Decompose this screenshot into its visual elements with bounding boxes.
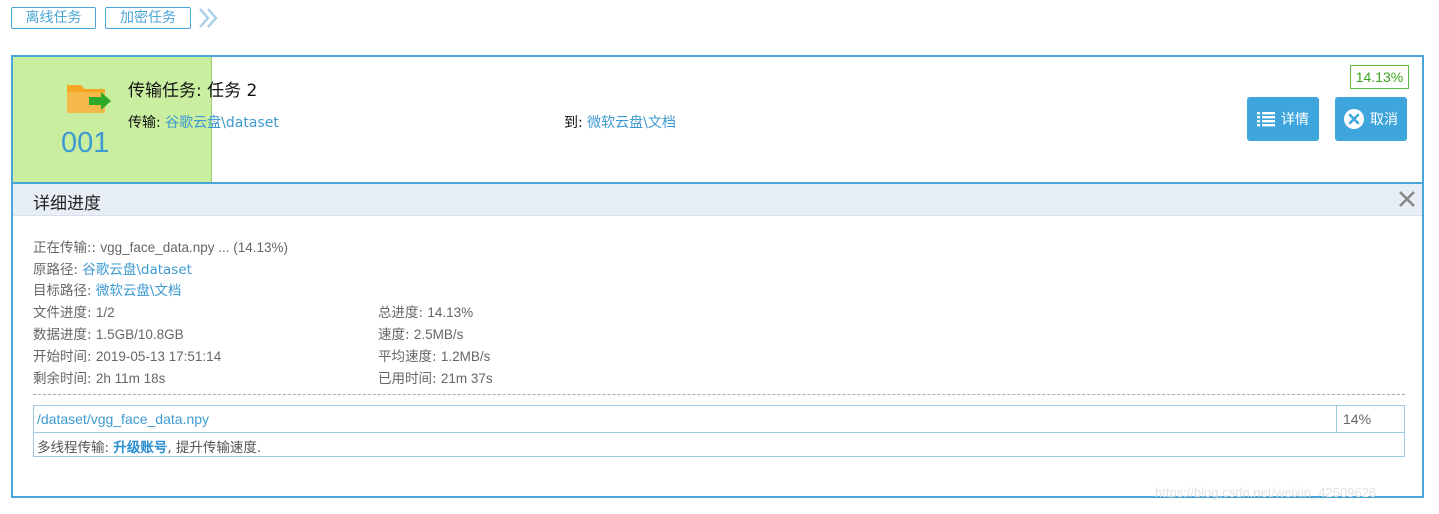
table-row: /dataset/vgg_face_data.npy 14% xyxy=(34,406,1404,433)
task-destination: 到: 微软云盘\文档 xyxy=(564,112,676,132)
file-progress-label: 文件进度: xyxy=(33,305,96,321)
detail-button-label: 详情 xyxy=(1281,112,1309,128)
file-table: /dataset/vgg_face_data.npy 14% 多线程传输: 升级… xyxy=(33,405,1405,457)
detail-button[interactable]: 详情 xyxy=(1247,97,1319,141)
progress-percent-badge: 14.13% xyxy=(1350,65,1409,89)
upgrade-account-link[interactable]: 升级账号 xyxy=(113,440,167,456)
cancel-circle-icon xyxy=(1344,109,1364,129)
transferring-label: 正在传输:: xyxy=(33,240,101,256)
detail-source-link[interactable]: 谷歌云盘\dataset xyxy=(82,262,192,278)
task-index: 001 xyxy=(61,127,110,159)
file-path: /dataset/vgg_face_data.npy xyxy=(37,411,210,427)
detail-title: 详细进度 xyxy=(33,194,101,214)
file-progress-line: 文件进度: 1/2 xyxy=(33,301,115,321)
source-label: 传输: xyxy=(128,115,166,131)
data-progress-value: 1.5GB/10.8GB xyxy=(95,327,184,342)
close-icon[interactable] xyxy=(1398,190,1416,208)
destination-path-link[interactable]: 微软云盘\文档 xyxy=(587,115,676,131)
avg-speed-line: 平均速度: 1.2MB/s xyxy=(378,345,490,365)
watermark: https://blog.csdn.net/weixin_42509626 xyxy=(1155,485,1377,500)
avg-speed-label: 平均速度: xyxy=(378,349,441,365)
file-percent: 14% xyxy=(1336,406,1404,433)
detail-target-link[interactable]: 微软云盘\文档 xyxy=(96,283,182,299)
task-panel: 001 传输任务: 任务 2 传输: 谷歌云盘\dataset 到: 微软云盘\… xyxy=(11,55,1424,498)
task-source: 传输: 谷歌云盘\dataset xyxy=(128,112,279,132)
elapsed-time-label: 已用时间: xyxy=(378,371,441,387)
elapsed-time-line: 已用时间: 21m 37s xyxy=(378,367,493,387)
tip-suffix: , 提升传输速度. xyxy=(167,440,262,456)
start-time-line: 开始时间: 2019-05-13 17:51:14 xyxy=(33,345,221,365)
total-progress-label: 总进度: xyxy=(378,305,428,321)
speed-line: 速度: 2.5MB/s xyxy=(378,323,463,343)
data-progress-label: 数据进度: xyxy=(33,327,96,343)
remaining-time-line: 剩余时间: 2h 11m 18s xyxy=(33,367,165,387)
task-row: 001 传输任务: 任务 2 传输: 谷歌云盘\dataset 到: 微软云盘\… xyxy=(13,57,1422,183)
task-title-prefix: 传输任务: xyxy=(128,81,208,101)
transferring-value: vgg_face_data.npy ... (14.13%) xyxy=(100,240,289,255)
total-progress-value: 14.13% xyxy=(427,305,474,320)
multithread-tip: 多线程传输: 升级账号, 提升传输速度. xyxy=(37,436,261,456)
cancel-button[interactable]: 取消 xyxy=(1335,97,1407,141)
cancel-button-label: 取消 xyxy=(1370,112,1398,128)
avg-speed-value: 1.2MB/s xyxy=(440,349,491,364)
target-path-label: 目标路径: xyxy=(33,283,96,299)
target-path-line: 目标路径: 微软云盘\文档 xyxy=(33,279,181,299)
detail-header: 详细进度 xyxy=(13,184,1422,216)
start-time-label: 开始时间: xyxy=(33,349,96,365)
remaining-time-label: 剩余时间: xyxy=(33,371,96,387)
list-icon xyxy=(1257,112,1275,127)
remaining-time-value: 2h 11m 18s xyxy=(95,371,166,386)
tip-prefix: 多线程传输: xyxy=(37,440,114,456)
start-time-value: 2019-05-13 17:51:14 xyxy=(95,349,222,364)
task-name: 任务 2 xyxy=(207,81,258,101)
destination-label: 到: xyxy=(564,115,588,131)
task-title: 传输任务: 任务 2 xyxy=(128,76,257,101)
file-progress-value: 1/2 xyxy=(95,305,115,320)
source-path-line: 原路径: 谷歌云盘\dataset xyxy=(33,258,192,278)
tab-offline-tasks[interactable]: 离线任务 xyxy=(11,7,96,29)
folder-arrow-icon xyxy=(67,85,111,113)
transferring-line: 正在传输:: vgg_face_data.npy ... (14.13%) xyxy=(33,236,288,256)
speed-label: 速度: xyxy=(378,327,414,343)
dashed-divider xyxy=(33,394,1405,395)
source-path-link[interactable]: 谷歌云盘\dataset xyxy=(165,115,279,131)
total-progress-line: 总进度: 14.13% xyxy=(378,301,473,321)
double-chevron-icon[interactable] xyxy=(197,6,221,30)
data-progress-line: 数据进度: 1.5GB/10.8GB xyxy=(33,323,184,343)
tab-encrypted-tasks[interactable]: 加密任务 xyxy=(105,7,191,29)
source-path-label: 原路径: xyxy=(33,262,83,278)
speed-value: 2.5MB/s xyxy=(413,327,464,342)
elapsed-time-value: 21m 37s xyxy=(440,371,493,386)
